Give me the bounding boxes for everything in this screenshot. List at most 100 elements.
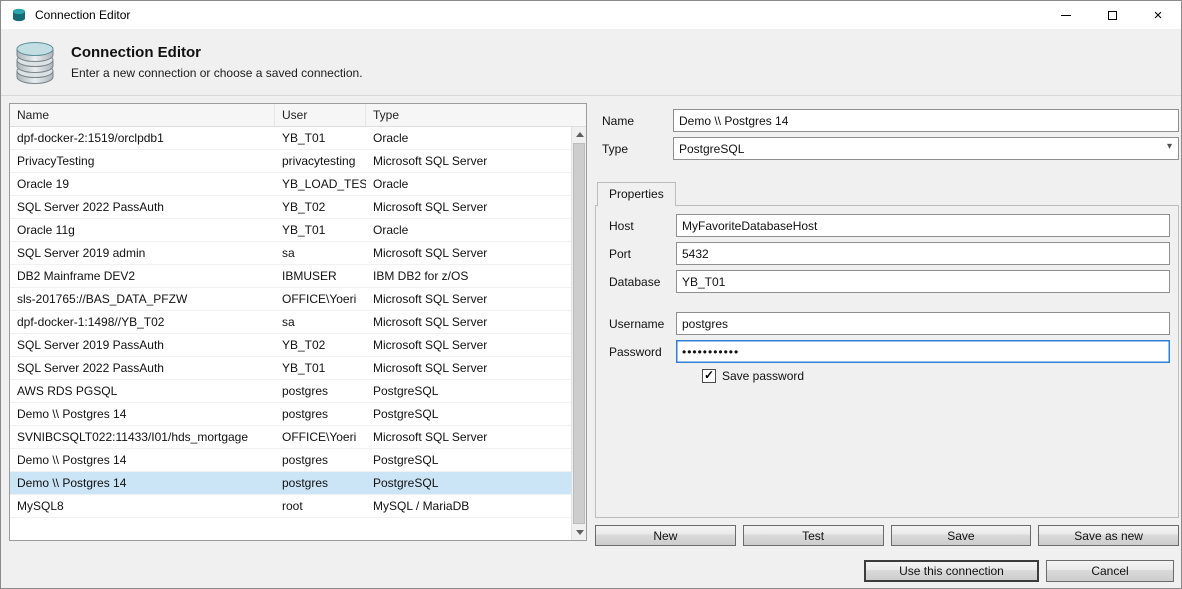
cell-user: sa — [275, 246, 366, 260]
cell-user: postgres — [275, 453, 366, 467]
tab-properties[interactable]: Properties — [597, 182, 676, 206]
cell-type: PostgreSQL — [366, 384, 571, 398]
table-row[interactable]: SQL Server 2019 adminsaMicrosoft SQL Ser… — [10, 242, 571, 265]
host-input[interactable] — [676, 214, 1170, 237]
titlebar: Connection Editor × — [1, 1, 1181, 29]
cancel-button[interactable]: Cancel — [1046, 560, 1174, 582]
host-label: Host — [604, 219, 676, 233]
table-row[interactable]: dpf-docker-2:1519/orclpdb1YB_T01Oracle — [10, 127, 571, 150]
cell-type: Microsoft SQL Server — [366, 154, 571, 168]
chevron-down-icon: ▾ — [1167, 141, 1172, 152]
cell-user: sa — [275, 315, 366, 329]
cell-name: sls-201765://BAS_DATA_PFZW — [10, 292, 275, 306]
password-input[interactable] — [676, 340, 1170, 363]
cell-user: OFFICE\Yoeri — [275, 292, 366, 306]
port-input[interactable] — [676, 242, 1170, 265]
table-header: Name User Type — [10, 104, 586, 127]
save-password-checkbox[interactable]: ✓ — [702, 369, 716, 383]
scroll-down-icon — [576, 530, 584, 535]
maximize-icon — [1108, 11, 1117, 20]
database-row: Database — [604, 270, 1170, 293]
cell-user: postgres — [275, 384, 366, 398]
cell-name: SVNIBCSQLT022:11433/I01/hds_mortgage — [10, 430, 275, 444]
cell-name: Oracle 11g — [10, 223, 275, 237]
column-header-name[interactable]: Name — [10, 104, 275, 126]
save-button[interactable]: Save — [891, 525, 1032, 546]
port-row: Port — [604, 242, 1170, 265]
table-row[interactable]: Demo \\ Postgres 14postgresPostgreSQL — [10, 403, 571, 426]
minimize-button[interactable] — [1043, 1, 1089, 29]
cell-user: privacytesting — [275, 154, 366, 168]
table-row[interactable]: SQL Server 2022 PassAuthYB_T01Microsoft … — [10, 357, 571, 380]
port-label: Port — [604, 247, 676, 261]
table-row[interactable]: Oracle 11gYB_T01Oracle — [10, 219, 571, 242]
password-row: Password — [604, 340, 1170, 363]
cell-user: YB_T01 — [275, 361, 366, 375]
scroll-up-button[interactable] — [572, 127, 586, 142]
scroll-down-button[interactable] — [572, 525, 586, 540]
cell-type: Oracle — [366, 177, 571, 191]
window-title: Connection Editor — [35, 8, 130, 22]
cell-type: Microsoft SQL Server — [366, 315, 571, 329]
page-subtitle: Enter a new connection or choose a saved… — [71, 66, 363, 80]
properties-panel: Host Port Database Username Password ✓ Save… — [595, 205, 1179, 518]
cell-user: YB_T02 — [275, 338, 366, 352]
name-label: Name — [595, 114, 673, 128]
table-row[interactable]: dpf-docker-1:1498//YB_T02saMicrosoft SQL… — [10, 311, 571, 334]
connection-editor-window: Connection Editor × Connection Editor En… — [0, 0, 1182, 589]
table-row[interactable]: Demo \\ Postgres 14postgresPostgreSQL — [10, 472, 571, 495]
table-row[interactable]: SVNIBCSQLT022:11433/I01/hds_mortgageOFFI… — [10, 426, 571, 449]
save-as-new-button[interactable]: Save as new — [1038, 525, 1179, 546]
cell-name: SQL Server 2019 admin — [10, 246, 275, 260]
new-button[interactable]: New — [595, 525, 736, 546]
type-select[interactable]: PostgreSQL ▾ — [673, 137, 1179, 160]
cell-name: DB2 Mainframe DEV2 — [10, 269, 275, 283]
scrollbar-thumb[interactable] — [573, 143, 585, 524]
close-button[interactable]: × — [1135, 1, 1181, 29]
name-input[interactable] — [673, 109, 1179, 132]
action-buttons: New Test Save Save as new — [595, 525, 1179, 546]
table-row[interactable]: SQL Server 2022 PassAuthYB_T02Microsoft … — [10, 196, 571, 219]
connection-table: Name User Type dpf-docker-2:1519/orclpdb… — [9, 103, 587, 541]
window-controls: × — [1043, 1, 1181, 29]
save-password-row: ✓ Save password — [702, 369, 1170, 383]
cell-type: Microsoft SQL Server — [366, 430, 571, 444]
table-row[interactable]: Oracle 19YB_LOAD_TESTOracle — [10, 173, 571, 196]
table-row[interactable]: MySQL8rootMySQL / MariaDB — [10, 495, 571, 518]
database-label: Database — [604, 275, 676, 289]
connection-table-body: dpf-docker-2:1519/orclpdb1YB_T01OraclePr… — [10, 127, 571, 540]
cell-type: PostgreSQL — [366, 453, 571, 467]
use-this-connection-button[interactable]: Use this connection — [864, 560, 1039, 582]
database-input[interactable] — [676, 270, 1170, 293]
cell-name: dpf-docker-2:1519/orclpdb1 — [10, 131, 275, 145]
test-button[interactable]: Test — [743, 525, 884, 546]
username-row: Username — [604, 312, 1170, 335]
table-scrollbar[interactable] — [571, 127, 586, 540]
cell-user: OFFICE\Yoeri — [275, 430, 366, 444]
table-row[interactable]: sls-201765://BAS_DATA_PFZWOFFICE\YoeriMi… — [10, 288, 571, 311]
cell-type: MySQL / MariaDB — [366, 499, 571, 513]
table-row[interactable]: Demo \\ Postgres 14postgresPostgreSQL — [10, 449, 571, 472]
column-header-user[interactable]: User — [275, 104, 366, 126]
connection-fields: Host Port Database — [604, 214, 1170, 293]
cell-type: Oracle — [366, 131, 571, 145]
table-row[interactable]: PrivacyTestingprivacytestingMicrosoft SQ… — [10, 150, 571, 173]
maximize-button[interactable] — [1089, 1, 1135, 29]
table-row[interactable]: DB2 Mainframe DEV2IBMUSERIBM DB2 for z/O… — [10, 265, 571, 288]
cell-type: Microsoft SQL Server — [366, 200, 571, 214]
table-row[interactable]: SQL Server 2019 PassAuthYB_T02Microsoft … — [10, 334, 571, 357]
table-row[interactable]: AWS RDS PGSQLpostgresPostgreSQL — [10, 380, 571, 403]
cell-name: MySQL8 — [10, 499, 275, 513]
username-label: Username — [604, 317, 676, 331]
save-password-label: Save password — [722, 369, 804, 383]
cell-user: YB_T01 — [275, 131, 366, 145]
dialog-footer: Use this connection Cancel — [864, 560, 1174, 582]
type-row: Type PostgreSQL ▾ — [595, 137, 1179, 160]
cell-type: Microsoft SQL Server — [366, 361, 571, 375]
username-input[interactable] — [676, 312, 1170, 335]
column-header-type[interactable]: Type — [366, 104, 586, 126]
check-icon: ✓ — [704, 368, 714, 382]
cell-type: Microsoft SQL Server — [366, 292, 571, 306]
cell-name: SQL Server 2022 PassAuth — [10, 361, 275, 375]
cell-name: PrivacyTesting — [10, 154, 275, 168]
